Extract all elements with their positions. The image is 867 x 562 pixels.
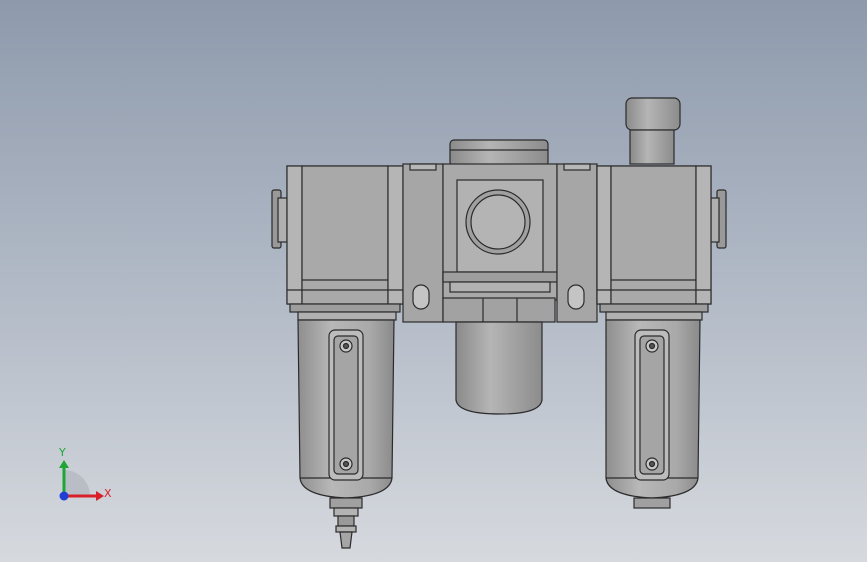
- lubricator-unit[interactable]: [596, 97, 727, 509]
- right-connector: [556, 163, 598, 323]
- regulator-bonnet: [449, 139, 549, 167]
- cad-viewport[interactable]: X Y: [0, 0, 867, 562]
- left-connector-slot: [412, 284, 430, 310]
- lubricator-bottom-cap: [633, 497, 671, 509]
- regulator-unit[interactable]: [442, 139, 558, 415]
- model-assembly[interactable]: [271, 97, 727, 549]
- x-axis-head: [96, 491, 104, 501]
- x-axis-label: X: [104, 487, 112, 500]
- lubricator-fill-plug: [625, 97, 681, 131]
- filter-unit[interactable]: [271, 165, 404, 549]
- z-axis-dot: [59, 491, 69, 501]
- regulator-bowl: [455, 321, 543, 415]
- y-axis-label: Y: [58, 446, 66, 459]
- right-connector-slot: [567, 284, 585, 310]
- axis-triad: X Y: [58, 446, 112, 501]
- filter-drain-fitting: [329, 497, 363, 509]
- left-connector: [402, 163, 444, 323]
- regulator-lock-nut: [442, 297, 556, 323]
- y-axis-head: [59, 460, 69, 468]
